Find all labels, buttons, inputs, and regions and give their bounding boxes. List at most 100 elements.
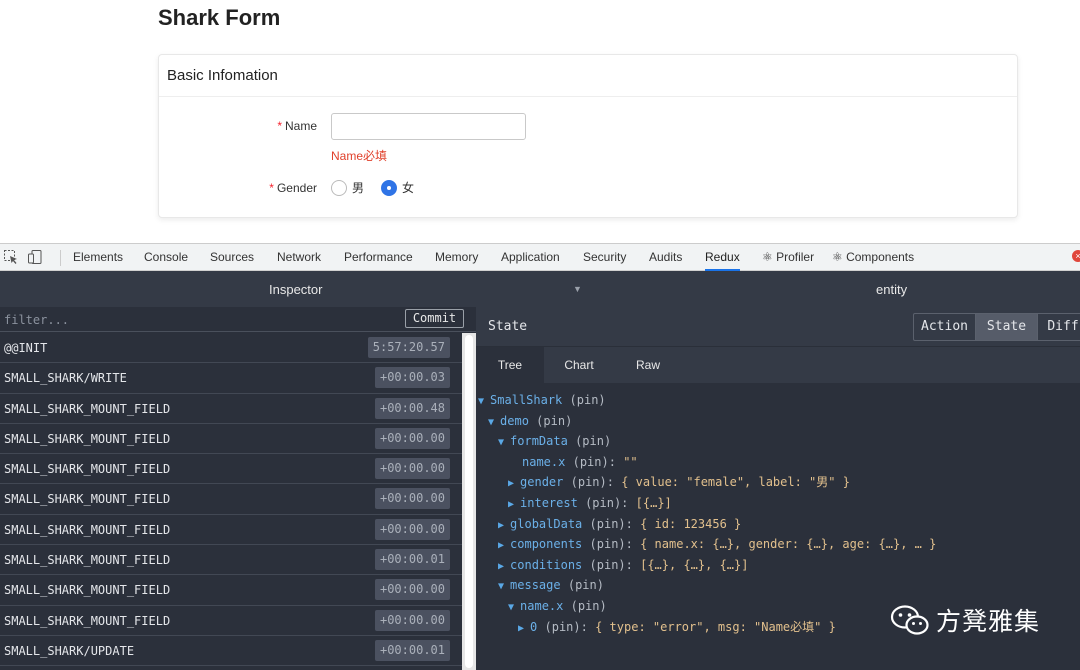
name-input[interactable]	[331, 113, 526, 140]
tree-node[interactable]: ▼ SmallShark (pin)	[478, 390, 606, 413]
tab-memory[interactable]: Memory	[435, 244, 478, 271]
tree-pin: (pin):	[572, 454, 616, 469]
caret-down-icon[interactable]: ▼	[508, 602, 514, 613]
action-time: +00:00.00	[374, 488, 450, 510]
tree-node[interactable]: ▶ 0 (pin): { type: "error", msg: "Name必填"…	[518, 617, 836, 640]
action-name: SMALL_SHARK_MOUNT_FIELD	[4, 613, 171, 628]
inspect-element-icon[interactable]	[2, 249, 20, 265]
action-name: SMALL_SHARK_MOUNT_FIELD	[4, 492, 171, 507]
action-row[interactable]: SMALL_SHARK/UPDATE +00:00.01	[0, 636, 462, 667]
caret-down-icon[interactable]: ▼	[488, 417, 494, 428]
tree-pin: (pin)	[570, 599, 607, 613]
state-bar: State Action State Diff	[476, 307, 1080, 347]
caret-right-icon[interactable]: ▶	[508, 499, 514, 510]
scrollbar[interactable]	[462, 333, 476, 670]
action-row[interactable]: SMALL_SHARK_MOUNT_FIELD +00:00.01	[0, 545, 462, 576]
action-time: 5:57:20.57	[367, 337, 450, 358]
tree-pin: (pin):	[585, 496, 629, 510]
action-name: SMALL_SHARK/UPDATE	[4, 643, 135, 658]
subtab-tree[interactable]: Tree	[476, 347, 544, 383]
tree-pin: (pin):	[589, 557, 633, 572]
action-name: SMALL_SHARK_MOUNT_FIELD	[4, 462, 171, 477]
tree-node[interactable]: ▶ conditions (pin): [{…}, {…}, {…}]	[498, 555, 748, 578]
caret-right-icon[interactable]: ▶	[518, 623, 524, 634]
tree-node[interactable]: ▶ components (pin): { name.x: {…}, gender…	[498, 534, 936, 557]
tab-components[interactable]: ⚛ Components	[832, 244, 914, 271]
device-toolbar-icon[interactable]	[26, 249, 44, 265]
tree-value: { value: "female", label: "男" }	[621, 475, 850, 490]
action-row[interactable]: SMALL_SHARK_MOUNT_FIELD +00:00.00	[0, 515, 462, 546]
tree-node[interactable]: ▼ message (pin)	[498, 575, 604, 598]
filter-row: filter... Commit	[0, 307, 476, 332]
tree-node[interactable]: ▼ name.x (pin)	[508, 596, 607, 619]
tree-key: SmallShark	[490, 393, 563, 407]
action-row[interactable]: SMALL_SHARK_MOUNT_FIELD +00:00.00	[0, 484, 462, 515]
caret-right-icon[interactable]: ▶	[498, 540, 504, 551]
action-row[interactable]: SMALL_SHARK_MOUNT_FIELD +00:00.00	[0, 575, 462, 606]
subtab-chart[interactable]: Chart	[544, 347, 614, 383]
tree-value: { id: 123456 }	[640, 516, 742, 531]
tree-key: globalData	[510, 516, 583, 531]
gender-radio-female[interactable]: 女	[381, 179, 414, 196]
tree-node[interactable]: ▼ formData (pin)	[498, 431, 611, 454]
tree-value: { name.x: {…}, gender: {…}, age: {…}, … …	[640, 537, 937, 552]
action-row[interactable]: @@INIT 5:57:20.57	[0, 333, 462, 364]
diff-mode-button[interactable]: Diff	[1038, 314, 1080, 340]
caret-down-icon[interactable]: ▼	[498, 437, 504, 448]
filter-input[interactable]: filter...	[4, 313, 69, 327]
subtab-raw[interactable]: Raw	[614, 347, 682, 383]
caret-right-icon[interactable]: ▶	[498, 561, 504, 572]
card-title: Basic Infomation	[159, 55, 1017, 97]
close-devtools-icon[interactable]: ×	[1072, 250, 1080, 262]
commit-button[interactable]: Commit	[405, 309, 464, 328]
tab-sources[interactable]: Sources	[210, 244, 254, 271]
caret-right-icon[interactable]: ▶	[508, 478, 514, 489]
caret-down-icon[interactable]: ▼	[478, 396, 484, 407]
tab-audits[interactable]: Audits	[649, 244, 682, 271]
action-row[interactable]: SMALL_SHARK/WRITE +00:00.03	[0, 363, 462, 394]
gender-label: * Gender	[269, 181, 317, 195]
action-name: SMALL_SHARK_MOUNT_FIELD	[4, 522, 171, 537]
tree-node[interactable]: ▶ globalData (pin): { id: 123456 }	[498, 514, 741, 537]
tree-key: formData	[510, 434, 568, 449]
gender-radio-male[interactable]: 男	[331, 179, 364, 196]
tab-network[interactable]: Network	[277, 244, 321, 271]
radio-circle[interactable]	[331, 179, 347, 196]
action-row[interactable]: SMALL_SHARK_MOUNT_FIELD +00:00.00	[0, 454, 462, 485]
devtools-tab-bar: Elements Console Sources Network Perform…	[0, 243, 1080, 271]
tree-pin: (pin):	[589, 516, 633, 531]
tree-node[interactable]: ▼ demo (pin)	[488, 411, 572, 434]
action-row[interactable]: SMALL_SHARK_MOUNT_FIELD +00:00.00	[0, 424, 462, 455]
tree-pin: (pin):	[570, 475, 614, 490]
toolbar-divider	[60, 250, 61, 266]
tree-key: name.x	[520, 599, 564, 613]
name-label-text: Name	[284, 119, 317, 133]
tab-console[interactable]: Console	[144, 244, 188, 271]
caret-down-icon[interactable]: ▼	[498, 581, 504, 592]
tree-node[interactable]: ▶ interest (pin): [{…}]	[508, 493, 672, 516]
tab-performance[interactable]: Performance	[344, 244, 413, 271]
view-subtabs: Tree Chart Raw	[476, 347, 1080, 383]
caret-right-icon[interactable]: ▶	[498, 520, 504, 531]
action-time: +00:00.03	[374, 367, 450, 389]
action-name: SMALL_SHARK/WRITE	[4, 371, 127, 386]
tab-security[interactable]: Security	[583, 244, 626, 271]
state-mode-button[interactable]: State	[976, 314, 1038, 340]
name-error: Name必填	[331, 149, 388, 163]
chevron-down-icon[interactable]: ▼	[573, 284, 582, 294]
action-mode-button[interactable]: Action	[914, 314, 976, 340]
radio-circle-selected[interactable]	[381, 179, 398, 196]
tree-key: name.x	[522, 454, 566, 469]
tree-node[interactable]: ▶ gender (pin): { value: "female", label:…	[508, 472, 850, 495]
tab-profiler[interactable]: ⚛ Profiler	[762, 244, 814, 271]
action-row[interactable]: SMALL_SHARK_MOUNT_FIELD +00:00.00	[0, 606, 462, 636]
tab-redux[interactable]: Redux	[705, 244, 740, 271]
tab-elements[interactable]: Elements	[73, 244, 123, 271]
radio-label: 女	[402, 181, 415, 195]
scrollbar-thumb[interactable]	[465, 335, 473, 668]
action-time: +00:00.01	[374, 549, 450, 571]
basic-info-card: Basic Infomation * Name Name必填 * Gender 男 …	[158, 54, 1018, 218]
action-time: +00:00.48	[374, 397, 450, 419]
tab-application[interactable]: Application	[501, 244, 560, 271]
action-row[interactable]: SMALL_SHARK_MOUNT_FIELD +00:00.48	[0, 394, 462, 424]
